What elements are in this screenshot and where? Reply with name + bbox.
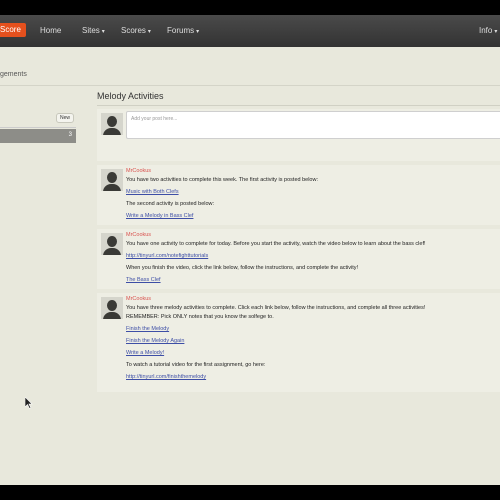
avatar (101, 297, 123, 319)
post-input[interactable]: Add your post here... (126, 111, 500, 139)
post-text: You have one activity to complete for to… (126, 241, 426, 247)
avatar (101, 233, 123, 255)
post-author[interactable]: MrCookus (126, 232, 500, 239)
post-text: You have three melody activities to comp… (126, 305, 426, 311)
post-link[interactable]: http://tinyurl.com/notefighttutorials (126, 253, 500, 260)
post-text: To watch a tutorial video for the first … (126, 362, 266, 368)
page-title: Melody Activities (97, 91, 164, 101)
new-button[interactable]: New (55, 113, 74, 123)
chevron-down-icon: ▾ (101, 29, 105, 35)
post-author[interactable]: MrCookus (126, 168, 500, 175)
sidebar-divider (0, 127, 76, 128)
avatar (101, 113, 123, 135)
title-divider (97, 105, 500, 106)
post-link[interactable]: Finish the Melody (126, 326, 500, 333)
post-item: MrCookus You have two activities to comp… (97, 165, 500, 225)
top-navbar: Score Home Sites ▾ Scores ▾ Forums ▾ Info ▾ (0, 15, 500, 47)
chevron-down-icon: ▾ (147, 29, 151, 35)
breadcrumb-divider (0, 85, 500, 86)
post-composer: Add your post here... (97, 109, 500, 161)
nav-forums-label: Forums (167, 26, 195, 35)
brand-button[interactable]: Score (0, 23, 26, 37)
post-text: When you finish the video, click the lin… (126, 265, 359, 271)
post-link[interactable]: Finish the Melody Again (126, 338, 500, 345)
avatar (101, 169, 123, 191)
count-badge: 3 (68, 132, 72, 138)
post-body: MrCookus You have three melody activitie… (126, 296, 500, 381)
nav-home[interactable]: Home (40, 26, 61, 35)
mouse-cursor-icon (25, 397, 33, 409)
nav-scores[interactable]: Scores ▾ (121, 26, 151, 35)
post-link[interactable]: Write a Melody! (126, 350, 500, 357)
post-author[interactable]: MrCookus (126, 296, 500, 303)
nav-info[interactable]: Info ▾ (479, 26, 497, 35)
sidebar-item-active[interactable]: 3 (0, 129, 76, 143)
nav-forums[interactable]: Forums ▾ (167, 26, 199, 35)
nav-sites[interactable]: Sites ▾ (82, 26, 105, 35)
post-body: MrCookus You have two activities to comp… (126, 168, 500, 220)
chevron-down-icon: ▾ (494, 29, 498, 35)
post-link[interactable]: http://tinyurl.com/finishthemelody (126, 374, 500, 381)
post-link[interactable]: Music with Both Clefs (126, 189, 500, 196)
chevron-down-icon: ▾ (196, 29, 200, 35)
post-text: REMEMBER: Pick ONLY notes that you know … (126, 314, 274, 320)
nav-scores-label: Scores (121, 26, 146, 35)
post-item: MrCookus You have three melody activitie… (97, 293, 500, 392)
post-link[interactable]: The Bass Clef (126, 277, 500, 284)
nav-info-label: Info (479, 26, 493, 35)
nav-home-label: Home (40, 26, 62, 35)
post-text: You have two activities to complete this… (126, 177, 318, 183)
screen: Score Home Sites ▾ Scores ▾ Forums ▾ Info ▾ … (0, 15, 500, 485)
post-link[interactable]: Write a Melody in Bass Clef (126, 213, 500, 220)
sidebar-header: New (0, 112, 78, 126)
post-text: The second activity is posted below: (126, 201, 215, 207)
nav-sites-label: Sites (82, 26, 100, 35)
post-body: MrCookus You have one activity to comple… (126, 232, 500, 284)
breadcrumb[interactable]: gements (0, 71, 27, 78)
post-item: MrCookus You have one activity to comple… (97, 229, 500, 289)
